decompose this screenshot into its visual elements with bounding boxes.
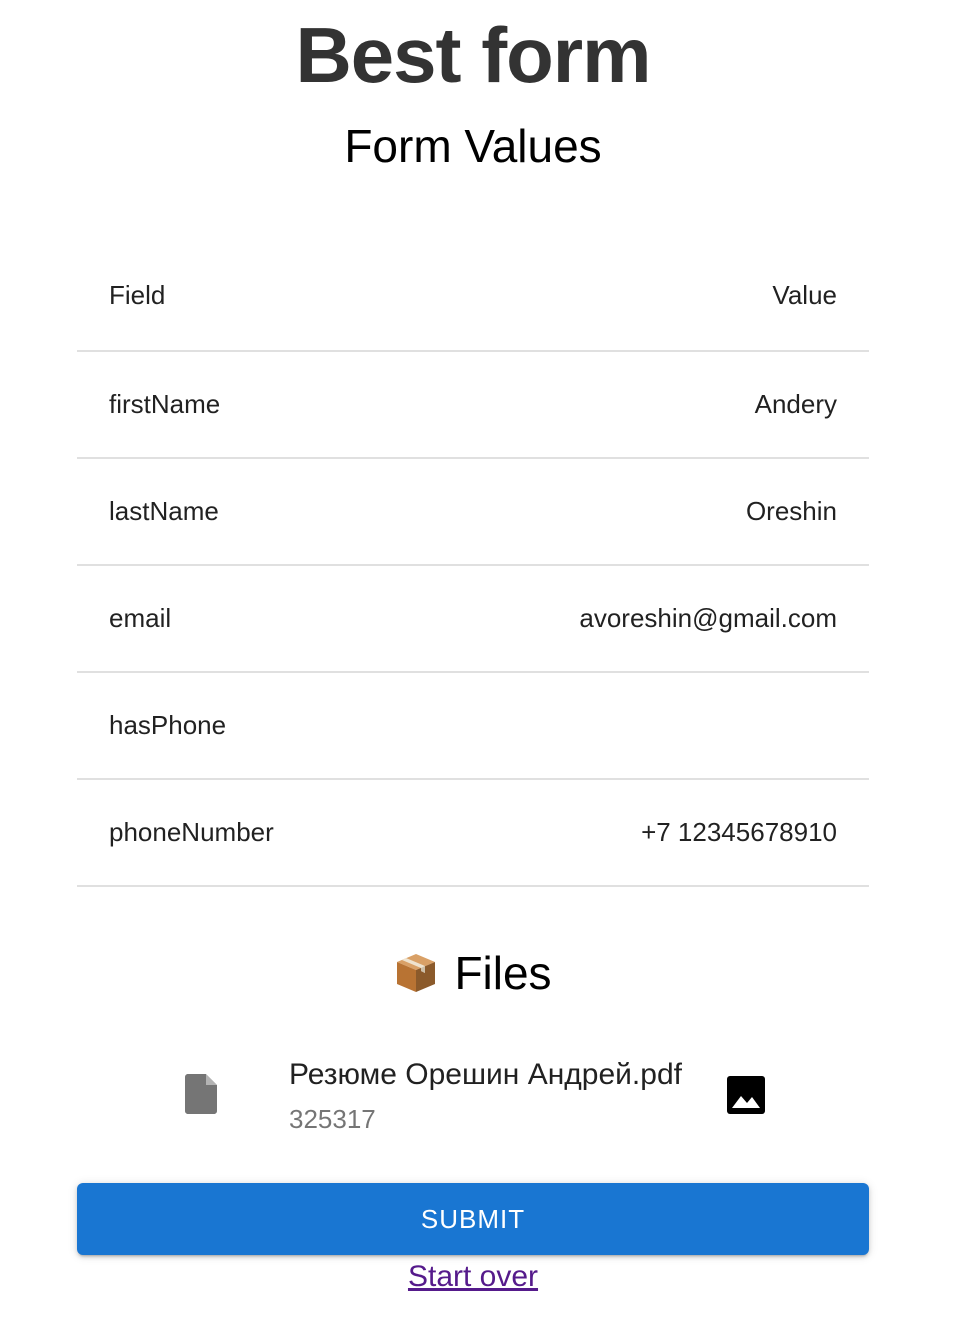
file-size: 325317 — [289, 1104, 376, 1134]
field-name-cell: hasPhone — [77, 672, 407, 780]
table-row: phoneNumber +7 12345678910 — [77, 779, 869, 887]
form-values-title: Form Values — [344, 120, 602, 172]
column-header-field: Field — [77, 241, 407, 352]
app-title: Best form — [295, 11, 651, 99]
field-name-cell: lastName — [77, 458, 407, 566]
submit-button[interactable]: Submit — [77, 1183, 869, 1255]
field-name-cell: firstName — [77, 351, 407, 459]
table-row: email avoreshin@gmail.com — [77, 565, 869, 673]
results-page: Best form Form Values Field Value firstN… — [0, 0, 962, 1324]
field-value-cell: Andery — [406, 351, 869, 459]
files-title: Files — [454, 947, 552, 999]
form-values-table: Field Value firstName Andery lastName Or… — [77, 241, 869, 887]
field-value-cell: avoreshin@gmail.com — [406, 565, 869, 673]
file-icon — [185, 1074, 217, 1114]
field-name-cell: phoneNumber — [77, 779, 407, 887]
field-value-cell: +7 12345678910 — [406, 779, 869, 887]
column-header-value: Value — [406, 241, 869, 352]
table-row: firstName Andery — [77, 351, 869, 459]
file-list-item: Резюме Орешин Андрей.pdf 325317 — [77, 1050, 869, 1150]
package-icon — [394, 950, 438, 994]
image-icon[interactable] — [727, 1076, 765, 1114]
table-header-row: Field Value — [77, 241, 869, 352]
table-row: lastName Oreshin — [77, 458, 869, 566]
start-over-link[interactable]: Start over — [0, 1258, 946, 1296]
field-name-cell: email — [77, 565, 407, 673]
files-heading: Files — [0, 944, 946, 1002]
table-row: hasPhone — [77, 672, 869, 780]
field-value-cell — [406, 672, 869, 780]
file-name: Резюме Орешин Андрей.pdf — [289, 1058, 682, 1091]
field-value-cell: Oreshin — [406, 458, 869, 566]
